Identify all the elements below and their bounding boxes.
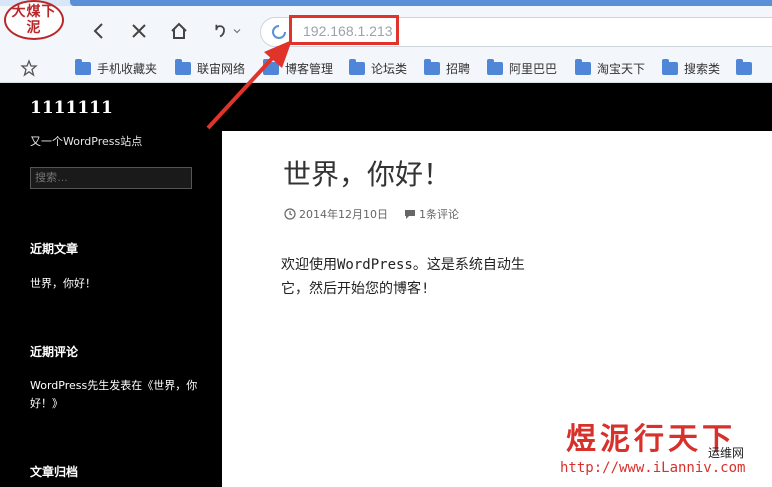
recent-posts-title: 近期文章: [30, 242, 79, 256]
folder-icon: [75, 58, 91, 75]
folder-icon: [736, 58, 752, 75]
bookmark-item[interactable]: 淘宝天下: [575, 58, 645, 78]
watermark-side-text: 运维网: [708, 446, 745, 460]
watermark: 煜泥行天下 运维网 http://www.iLanniv.com: [560, 408, 772, 487]
loading-icon: [272, 25, 286, 39]
post-title[interactable]: 世界，你好！: [283, 153, 451, 193]
post-body: 欢迎使用WordPress。这是系统自动生 它，然后开始您的博客!: [281, 253, 571, 301]
archives-title: 文章归档: [30, 465, 79, 479]
site-description: 又一个WordPress站点: [30, 135, 143, 148]
post-body-line: 它，然后开始您的博客!: [281, 281, 430, 297]
post-body-line: 欢迎使用WordPress。这是系统自动生: [281, 257, 525, 273]
folder-icon: [349, 58, 365, 75]
url-text[interactable]: 192.168.1.213: [303, 23, 393, 39]
folder-icon: [263, 58, 279, 75]
bookmark-item[interactable]: 联宙网络: [175, 58, 245, 78]
undo-button[interactable]: [206, 18, 246, 44]
watermark-url: http://www.iLanniv.com: [560, 460, 746, 476]
comment-icon: [405, 210, 415, 219]
recent-comment-link[interactable]: WordPress先生发表在《世界，你好！》: [30, 377, 200, 413]
folder-icon: [175, 58, 191, 75]
home-icon: [171, 22, 187, 39]
folder-icon: [424, 58, 440, 75]
recent-post-link[interactable]: 世界，你好！: [30, 275, 200, 293]
bookmarks-bar: 手机收藏夹 联宙网络 博客管理 论坛类 招聘 阿里巴巴 淘宝天下 搜索类: [0, 54, 772, 82]
bookmark-item[interactable]: 招聘: [424, 58, 470, 78]
home-button[interactable]: [166, 18, 192, 44]
folder-icon: [662, 58, 678, 75]
folder-icon: [575, 58, 591, 75]
browser-logo[interactable]: 大煤下泥: [4, 0, 64, 40]
undo-icon: [215, 24, 225, 38]
logo-text: 大煤下泥: [11, 4, 57, 36]
sidebar: 1111111 又一个WordPress站点 近期文章 世界，你好！ 近期评论 …: [0, 83, 222, 487]
bookmark-item[interactable]: 博客管理: [263, 58, 333, 78]
address-bar[interactable]: 192.168.1.213: [260, 15, 772, 47]
close-icon: [132, 24, 146, 38]
back-button[interactable]: [86, 18, 112, 44]
post-meta: 2014年12月10日 1条评论: [284, 206, 459, 222]
browser-chrome: 大煤下泥 192.168.1.213 手机收藏夹 联宙网络 博客管理 论坛类 招…: [0, 0, 772, 83]
star-icon[interactable]: [20, 59, 38, 77]
folder-icon: [487, 58, 503, 75]
chevron-down-icon: [233, 29, 240, 34]
active-tab[interactable]: [70, 0, 772, 6]
url-highlight-box: 192.168.1.213: [289, 15, 399, 45]
bookmark-item[interactable]: 阿里巴巴: [487, 58, 557, 78]
clock-icon: [284, 208, 296, 220]
bookmark-item[interactable]: 手机收藏夹: [75, 58, 157, 78]
recent-comments-title: 近期评论: [30, 345, 79, 359]
bookmark-item[interactable]: 搜索类: [662, 58, 720, 78]
chevron-left-icon: [93, 23, 103, 39]
post-date[interactable]: 2014年12月10日: [299, 206, 388, 222]
stop-button[interactable]: [126, 18, 152, 44]
bookmark-item[interactable]: 论坛类: [349, 58, 407, 78]
post-comments-link[interactable]: 1条评论: [419, 206, 459, 222]
site-title[interactable]: 1111111: [30, 98, 113, 118]
bookmark-item[interactable]: [736, 58, 758, 78]
search-input[interactable]: [30, 167, 192, 189]
